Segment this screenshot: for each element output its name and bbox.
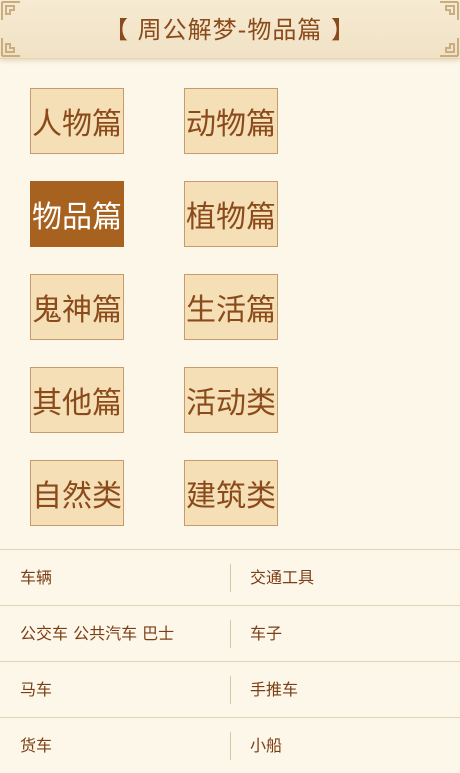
category-button[interactable]: 建筑类 xyxy=(184,460,278,526)
list-row: 马车 手推车 xyxy=(0,661,460,717)
list-item[interactable]: 交通工具 xyxy=(250,550,450,605)
list-item[interactable]: 马车 xyxy=(20,662,225,717)
list-item[interactable]: 公交车 公共汽车 巴士 xyxy=(20,606,225,661)
category-button[interactable]: 人物篇 xyxy=(30,88,124,154)
category-button[interactable]: 活动类 xyxy=(184,367,278,433)
list-row: 公交车 公共汽车 巴士 车子 xyxy=(0,605,460,661)
category-grid: 人物篇 动物篇 物品篇 植物篇 鬼神篇 生活篇 其他篇 活动类 自然类 建筑类 xyxy=(0,58,460,550)
page-title: 【 周公解梦-物品篇 】 xyxy=(104,16,356,44)
dream-item-list: 车辆 交通工具 公交车 公共汽车 巴士 车子 马车 手推车 货车 小船 xyxy=(0,549,460,773)
list-item[interactable]: 车辆 xyxy=(20,550,225,605)
category-button[interactable]: 鬼神篇 xyxy=(30,274,124,340)
column-divider xyxy=(230,620,231,648)
header-bar: 【 周公解梦-物品篇 】 xyxy=(0,0,460,59)
list-item[interactable]: 货车 xyxy=(20,718,225,773)
category-button[interactable]: 生活篇 xyxy=(184,274,278,340)
list-item[interactable]: 车子 xyxy=(250,606,450,661)
category-button[interactable]: 物品篇 xyxy=(30,181,124,247)
list-row: 货车 小船 xyxy=(0,717,460,773)
column-divider xyxy=(230,732,231,760)
list-item[interactable]: 手推车 xyxy=(250,662,450,717)
column-divider xyxy=(230,564,231,592)
list-item[interactable]: 小船 xyxy=(250,718,450,773)
category-button[interactable]: 自然类 xyxy=(30,460,124,526)
column-divider xyxy=(230,676,231,704)
category-button[interactable]: 其他篇 xyxy=(30,367,124,433)
list-row: 车辆 交通工具 xyxy=(0,549,460,605)
category-button[interactable]: 动物篇 xyxy=(184,88,278,154)
category-button[interactable]: 植物篇 xyxy=(184,181,278,247)
